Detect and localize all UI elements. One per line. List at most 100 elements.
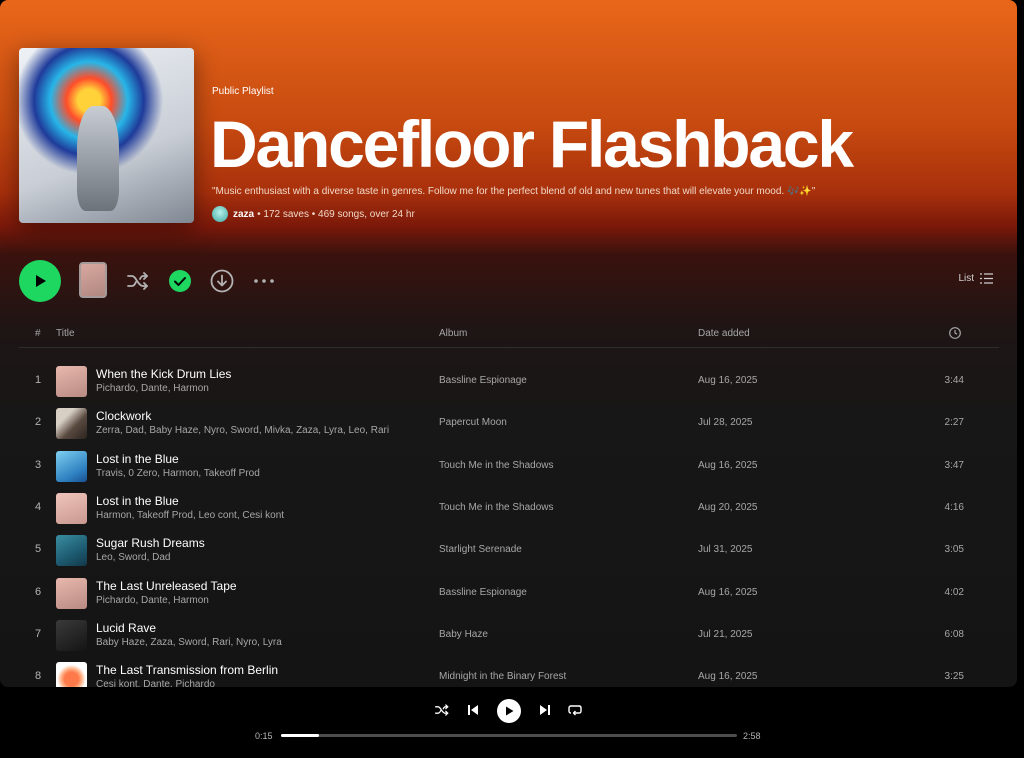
player-shuffle-button[interactable]	[432, 700, 452, 720]
playlist-meta: zaza • 172 saves • 469 songs, over 24 hr	[212, 206, 415, 222]
track-duration: 3:44	[944, 375, 964, 386]
table-row[interactable]: 4 Lost in the Blue Harmon, Takeoff Prod, L…	[19, 487, 999, 529]
progress-bar[interactable]	[281, 734, 737, 737]
table-row[interactable]: 5 Sugar Rush Dreams Leo, Sword, Dad Starlig…	[19, 529, 999, 571]
play-icon	[36, 275, 46, 287]
more-horizontal-icon	[254, 279, 274, 283]
track-title[interactable]: When the Kick Drum Lies	[96, 367, 231, 381]
track-number: 1	[34, 374, 42, 386]
playlist-panel: Public Playlist Dancefloor Flashback "Mu…	[0, 0, 1017, 687]
playback-bar: 0:15 2:58	[0, 687, 1024, 758]
player-play-button[interactable]	[497, 699, 521, 723]
repeat-button[interactable]	[565, 700, 585, 720]
track-number: 3	[34, 458, 42, 471]
track-artists[interactable]: Baby Haze, Zaza, Sword, Rari, Nyro, Lyra	[96, 637, 282, 648]
total-time: 2:58	[743, 731, 761, 741]
track-artwork	[56, 366, 87, 397]
track-duration: 2:27	[944, 417, 964, 429]
track-album[interactable]: Touch Me in the Shadows	[439, 502, 554, 513]
owner-name-link[interactable]: zaza	[233, 209, 254, 220]
check-circle-icon	[169, 270, 191, 292]
track-album[interactable]: Starlight Serenade	[439, 544, 522, 555]
track-number: 7	[34, 627, 42, 640]
track-album[interactable]: Baby Haze	[439, 629, 488, 640]
page-title: Dancefloor Flashback	[210, 107, 854, 181]
cover-dancer-figure	[77, 106, 119, 211]
owner-avatar[interactable]	[212, 206, 228, 222]
playlist-type-label: Public Playlist	[212, 86, 274, 97]
play-icon	[506, 706, 514, 716]
track-album[interactable]: Midnight in the Binary Forest	[439, 671, 566, 682]
previous-track-button[interactable]	[463, 700, 483, 720]
track-artists[interactable]: Pichardo, Dante, Harmon	[96, 383, 209, 394]
shuffle-button[interactable]	[125, 268, 151, 294]
table-row[interactable]: 6 The Last Unreleased Tape Pichardo, Dante…	[19, 572, 999, 614]
track-title[interactable]: Sugar Rush Dreams	[96, 536, 205, 550]
track-artists[interactable]: Pichardo, Dante, Harmon	[96, 595, 209, 606]
track-date-added: Jul 21, 2025	[698, 628, 753, 640]
column-title[interactable]: Title	[56, 328, 75, 339]
track-album[interactable]: Papercut Moon	[439, 417, 507, 428]
elapsed-time: 0:15	[255, 731, 273, 741]
table-row[interactable]: 8 The Last Transmission from Berlin Cesi k…	[19, 656, 999, 687]
track-date-added: Aug 16, 2025	[698, 586, 758, 598]
track-date-added: Aug 16, 2025	[698, 671, 758, 683]
view-mode-toggle[interactable]: List	[958, 273, 993, 284]
skip-back-icon	[468, 705, 478, 715]
play-button[interactable]	[19, 260, 61, 302]
track-artwork	[56, 662, 87, 687]
track-album[interactable]: Bassline Espionage	[439, 375, 527, 386]
track-artwork	[56, 450, 87, 482]
track-duration: 4:16	[944, 501, 964, 513]
track-date-added: Aug 16, 2025	[698, 459, 758, 471]
column-number: #	[35, 328, 41, 339]
track-artists[interactable]: Leo, Sword, Dad	[96, 552, 171, 563]
saved-check-button[interactable]	[167, 268, 193, 294]
track-artists[interactable]: Cesi kont, Dante, Pichardo	[96, 679, 215, 687]
repeat-icon	[568, 705, 582, 716]
track-title[interactable]: Lost in the Blue	[96, 494, 179, 508]
track-title[interactable]: The Last Transmission from Berlin	[96, 663, 278, 677]
track-album[interactable]: Bassline Espionage	[439, 587, 527, 598]
track-artwork	[56, 492, 87, 524]
track-duration: 6:08	[944, 628, 964, 640]
next-track-button[interactable]	[535, 700, 555, 720]
skip-forward-icon	[540, 705, 550, 715]
track-number: 4	[34, 500, 42, 513]
list-icon	[980, 273, 993, 284]
track-duration: 4:02	[944, 586, 964, 598]
track-artists[interactable]: Zerra, Dad, Baby Haze, Nyro, Sword, Mivk…	[96, 425, 389, 436]
shuffle-icon	[127, 272, 148, 290]
preview-thumbnail-button[interactable]	[79, 262, 107, 298]
track-title[interactable]: Clockwork	[96, 409, 151, 423]
track-title[interactable]: Lost in the Blue	[96, 452, 179, 466]
table-row[interactable]: 3 Lost in the Blue Travis, 0 Zero, Harmon,…	[19, 445, 999, 487]
track-number: 5	[34, 543, 42, 556]
track-table-header: # Title Album Date added	[19, 324, 999, 348]
track-date-added: Aug 16, 2025	[698, 375, 758, 386]
column-album[interactable]: Album	[439, 328, 467, 339]
more-options-button[interactable]	[251, 268, 277, 294]
track-title[interactable]: The Last Unreleased Tape	[96, 579, 237, 593]
download-button[interactable]	[209, 268, 235, 294]
clock-icon	[949, 327, 961, 339]
view-mode-label: List	[958, 273, 974, 284]
progress-fill	[281, 734, 320, 737]
track-number: 6	[34, 585, 42, 598]
track-duration: 3:05	[944, 544, 964, 556]
track-date-added: Jul 31, 2025	[698, 544, 753, 556]
column-duration[interactable]	[949, 327, 961, 342]
track-artists[interactable]: Harmon, Takeoff Prod, Leo cont, Cesi kon…	[96, 510, 284, 521]
table-row[interactable]: 2 Clockwork Zerra, Dad, Baby Haze, Nyro, S…	[19, 402, 999, 444]
track-artists[interactable]: Travis, 0 Zero, Harmon, Takeoff Prod	[96, 468, 260, 479]
table-row[interactable]: 7 Lucid Rave Baby Haze, Zaza, Sword, Rari,…	[19, 614, 999, 656]
action-bar: List	[19, 259, 999, 303]
track-title[interactable]: Lucid Rave	[96, 621, 156, 635]
table-row[interactable]: 1 When the Kick Drum Lies Pichardo, Dante,…	[19, 360, 999, 402]
track-album[interactable]: Touch Me in the Shadows	[439, 460, 554, 471]
track-date-added: Jul 28, 2025	[698, 417, 753, 429]
shuffle-icon	[435, 704, 449, 716]
column-date-added[interactable]: Date added	[698, 328, 750, 339]
download-icon	[210, 269, 234, 293]
playlist-cover-image	[19, 48, 194, 223]
